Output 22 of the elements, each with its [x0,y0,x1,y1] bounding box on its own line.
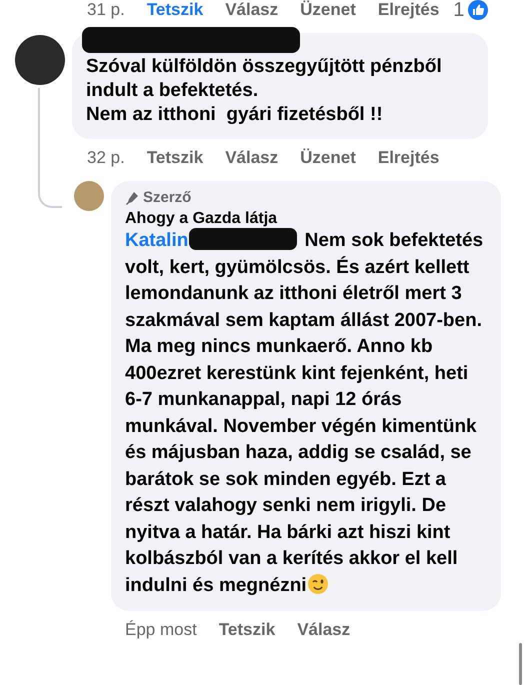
action-link[interactable]: Tetszik [146,148,204,168]
avatar[interactable] [15,35,65,85]
comment-time: Épp most [125,620,197,640]
comment-time: 31 p. [87,0,125,20]
action-link[interactable]: Elrejtés [378,0,440,20]
action-link[interactable]: Válasz [297,620,350,640]
pen-icon [125,190,139,204]
author-label: Szerző [143,189,192,206]
reply-text: Katalin Nem sok befektetés volt, kert, gyümölcsös. És azért kellett lemondanunk az itthoni életről mert 3 szakmával sem kaptam állást 2007-ben. Ma meg nincs munkaerő. Anno kb 400ezret kerestünk kint fejenként, heti 6-7 munkanappal, napi 12 órás munkával. November végén kimentünk és májusban haza, addig se család, se barátok se sok minden egyéb. Ezt a részt valahogy senki nem irigyli. De nyitva a határ. Ha bárki azt hiszi kint kolbászból van a kerítés akkor el kell indulni és megnézni [125,228,484,598]
comment-time: 32 p. [87,148,125,168]
action-link[interactable]: Válasz [225,148,278,168]
mention-link[interactable]: Katalin [125,230,188,251]
action-link[interactable]: Tetszik [218,620,276,640]
action-link[interactable]: Üzenet [300,0,356,20]
comment-text: Szóval külföldön összegyűjtött pénzből indult a befektetés. Nem az itthoni gyári fizetésből !! [86,55,443,127]
author-name[interactable]: Ahogy a Gazda látja [125,210,278,228]
action-link[interactable]: Elrejtés [378,148,440,168]
action-link[interactable]: Üzenet [300,148,356,168]
action-link[interactable]: Válasz [225,0,278,20]
wink-emoji-icon [306,572,329,594]
action-link[interactable]: Tetszik [146,0,204,20]
reaction-count: 1 [453,0,464,22]
